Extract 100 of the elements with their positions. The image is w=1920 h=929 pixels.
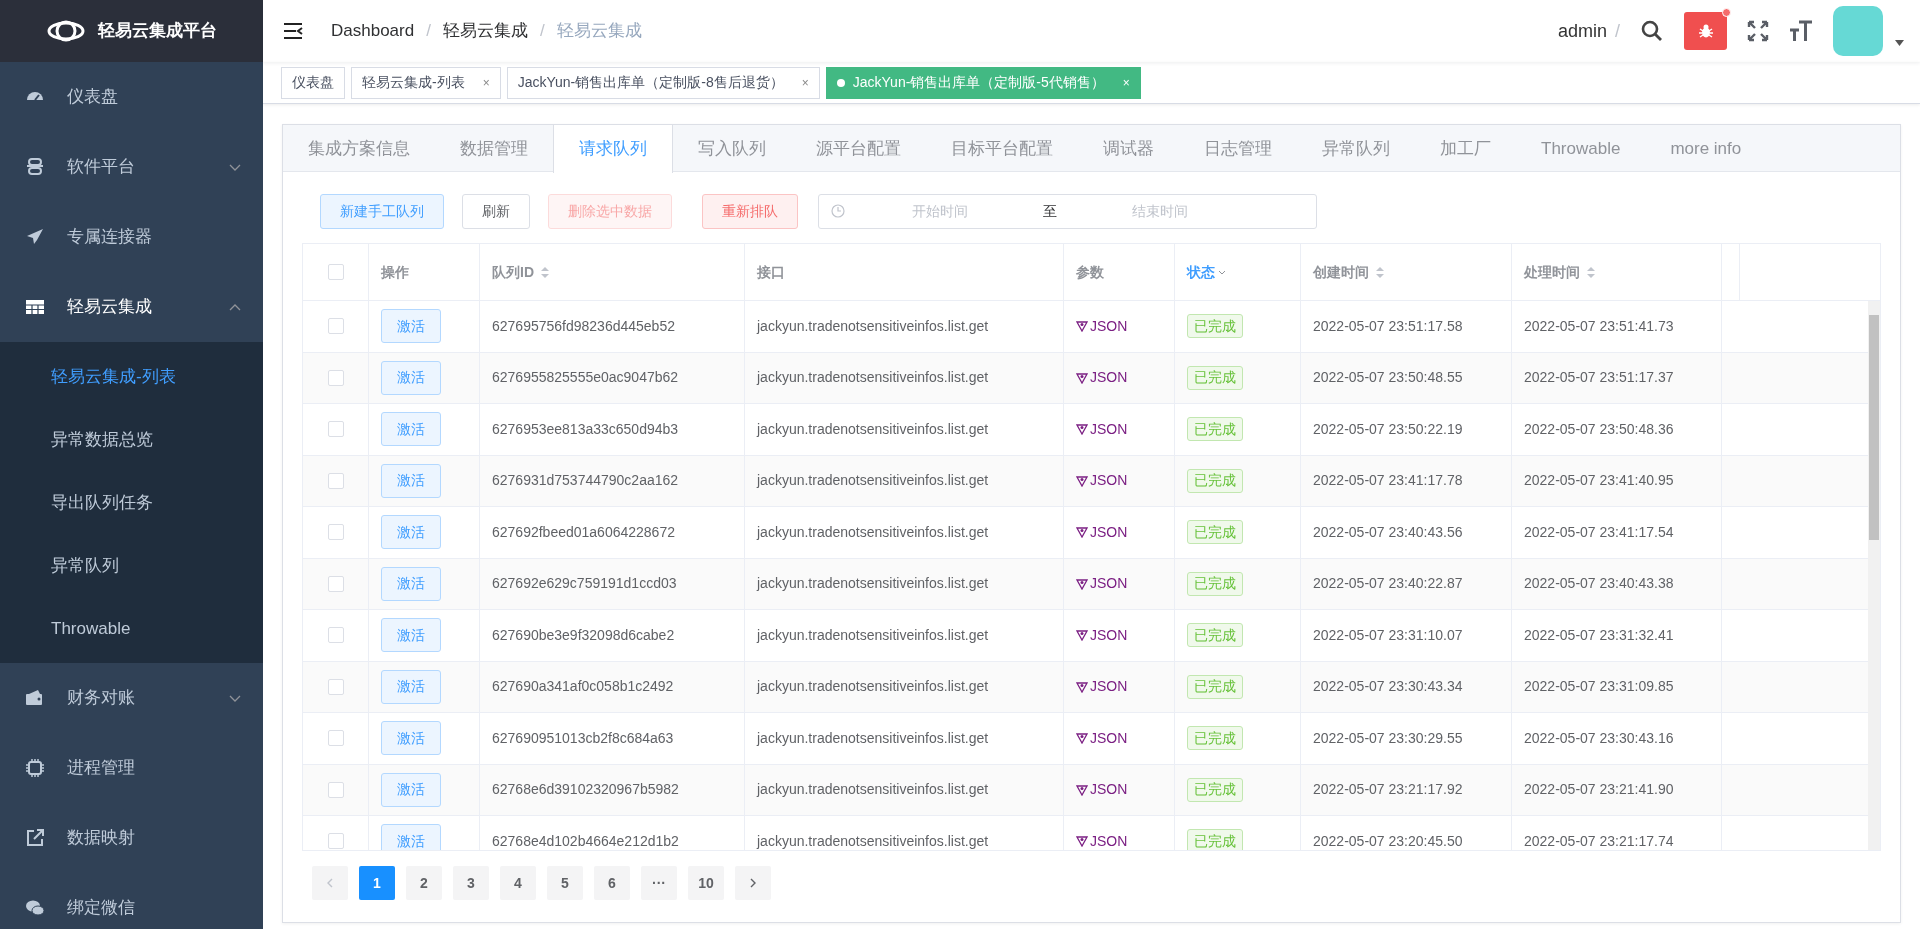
tag[interactable]: 轻易云集成-列表 × — [351, 66, 501, 99]
page-button[interactable]: 6 — [594, 866, 630, 900]
close-icon[interactable]: × — [801, 73, 809, 92]
row-checkbox[interactable] — [327, 472, 344, 489]
activate-button[interactable]: 激活 — [381, 412, 441, 447]
column-header[interactable]: 队列ID — [492, 261, 550, 283]
json-link[interactable]: JSON — [1076, 676, 1128, 698]
date-range-picker[interactable]: 开始时间 至 结束时间 — [818, 193, 1317, 229]
json-link[interactable]: JSON — [1076, 418, 1128, 440]
row-checkbox[interactable] — [327, 524, 344, 541]
row-checkbox[interactable] — [327, 833, 344, 850]
json-link[interactable]: JSON — [1076, 727, 1128, 749]
activate-button[interactable]: 激活 — [381, 824, 441, 850]
select-all-checkbox[interactable] — [327, 264, 344, 280]
activate-button[interactable]: 激活 — [381, 309, 441, 344]
column-header[interactable]: 处理时间 — [1524, 261, 1596, 283]
grape-icon — [1076, 526, 1088, 539]
page-button[interactable]: 10 — [688, 866, 724, 900]
json-link[interactable]: JSON — [1076, 521, 1128, 543]
caret-icon[interactable] — [1895, 40, 1904, 46]
json-link[interactable]: JSON — [1076, 470, 1128, 492]
row-checkbox[interactable] — [327, 318, 344, 335]
menu-icon[interactable] — [283, 22, 303, 40]
page-button[interactable]: 2 — [406, 866, 442, 900]
sidebar-subitem[interactable]: 导出队列任务 — [0, 471, 263, 534]
row-checkbox[interactable] — [327, 575, 344, 592]
tab[interactable]: 源平台配置 — [791, 125, 926, 172]
sidebar-item[interactable]: 绑定微信 — [0, 873, 263, 929]
table-cell-text: 6276953ee813a33c650d94b3 — [492, 419, 679, 439]
fullscreen-icon[interactable] — [1747, 20, 1769, 42]
sidebar-item[interactable]: 轻易云集成 — [0, 272, 263, 342]
json-link[interactable]: JSON — [1076, 367, 1128, 389]
tab[interactable]: more info — [1645, 125, 1767, 172]
text-size-icon[interactable] — [1789, 20, 1813, 42]
page-button[interactable]: 4 — [500, 866, 536, 900]
toolbar-button[interactable]: 刷新 — [462, 193, 530, 229]
next-page-button[interactable] — [735, 866, 771, 900]
sidebar-subitem[interactable]: Throwable — [0, 597, 263, 660]
tab[interactable]: 目标平台配置 — [926, 125, 1078, 172]
sidebar-item[interactable]: 进程管理 — [0, 733, 263, 803]
table-cell-text: jackyun.tradenotsensitiveinfos.list.get — [757, 419, 989, 439]
tab[interactable]: 写入队列 — [673, 125, 791, 172]
avatar[interactable] — [1833, 6, 1883, 56]
page-button[interactable]: 5 — [547, 866, 583, 900]
column-header[interactable]: 状态 — [1187, 261, 1226, 283]
tab[interactable]: 日志管理 — [1179, 125, 1297, 172]
breadcrumb-item[interactable]: 轻易云集成 — [442, 18, 528, 44]
row-checkbox[interactable] — [327, 730, 344, 747]
row-checkbox[interactable] — [327, 421, 344, 438]
sidebar-item[interactable]: 仪表盘 — [0, 62, 263, 132]
sidebar-item[interactable]: 专属连接器 — [0, 202, 263, 272]
tag[interactable]: JackYun-销售出库单（定制版-8售后退货） × — [506, 66, 820, 99]
close-icon[interactable]: × — [482, 73, 490, 92]
username[interactable]: admin — [1557, 17, 1607, 45]
activate-button[interactable]: 激活 — [381, 618, 441, 653]
page-button[interactable]: ··· — [641, 866, 677, 900]
activate-button[interactable]: 激活 — [381, 360, 441, 395]
page-button[interactable]: 1 — [359, 866, 395, 900]
table-cell-text: 2022-05-07 23:51:41.73 — [1524, 316, 1674, 336]
row-checkbox[interactable] — [327, 369, 344, 386]
json-link[interactable]: JSON — [1076, 830, 1128, 850]
search-icon[interactable] — [1640, 19, 1664, 43]
json-link[interactable]: JSON — [1076, 315, 1128, 337]
column-header[interactable]: 操作 — [381, 261, 409, 283]
start-date-field[interactable]: 开始时间 — [845, 200, 1035, 222]
toolbar-button[interactable]: 新建手工队列 — [320, 193, 444, 229]
tab[interactable]: 加工厂 — [1415, 125, 1516, 172]
page-button[interactable]: 3 — [453, 866, 489, 900]
row-checkbox[interactable] — [327, 781, 344, 798]
tab[interactable]: 集成方案信息 — [283, 125, 435, 172]
toolbar-button[interactable]: 重新排队 — [702, 193, 798, 229]
sidebar-subitem[interactable]: 轻易云集成-列表 — [0, 345, 263, 408]
sidebar-item[interactable]: 财务对账 — [0, 663, 263, 733]
column-header[interactable]: 参数 — [1076, 261, 1104, 283]
activate-button[interactable]: 激活 — [381, 515, 441, 550]
json-link[interactable]: JSON — [1076, 779, 1128, 801]
sidebar-item[interactable]: 软件平台 — [0, 132, 263, 202]
tab[interactable]: 请求队列 — [553, 125, 673, 173]
activate-button[interactable]: 激活 — [381, 669, 441, 704]
activate-button[interactable]: 激活 — [381, 772, 441, 807]
activate-button[interactable]: 激活 — [381, 566, 441, 601]
tab[interactable]: 异常队列 — [1297, 125, 1415, 172]
tab[interactable]: 调试器 — [1078, 125, 1179, 172]
json-link[interactable]: JSON — [1076, 624, 1128, 646]
column-header[interactable]: 创建时间 — [1313, 261, 1385, 283]
tab[interactable]: 数据管理 — [435, 125, 553, 172]
sidebar-subitem[interactable]: 异常数据总览 — [0, 408, 263, 471]
activate-button[interactable]: 激活 — [381, 463, 441, 498]
sidebar-item[interactable]: 数据映射 — [0, 803, 263, 873]
column-header[interactable]: 接口 — [757, 261, 785, 283]
row-checkbox[interactable] — [327, 627, 344, 644]
breadcrumb-item[interactable]: Dashboard — [331, 18, 415, 44]
tab[interactable]: Throwable — [1516, 125, 1646, 172]
sidebar-subitem[interactable]: 异常队列 — [0, 534, 263, 597]
json-link[interactable]: JSON — [1076, 573, 1128, 595]
tag[interactable]: 仪表盘 — [281, 66, 345, 99]
scrollbar[interactable] — [1868, 301, 1880, 850]
row-checkbox[interactable] — [327, 678, 344, 695]
end-date-field[interactable]: 结束时间 — [1065, 200, 1255, 222]
activate-button[interactable]: 激活 — [381, 721, 441, 756]
